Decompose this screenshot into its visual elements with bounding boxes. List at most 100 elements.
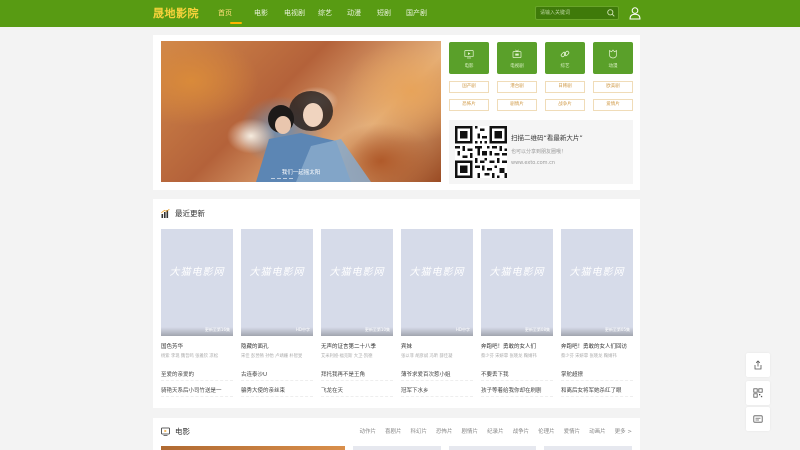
- text-link[interactable]: 拜托我再不是王角: [321, 370, 393, 381]
- text-link[interactable]: 冠军下水乡: [401, 386, 473, 397]
- site-logo[interactable]: 晟地影院: [153, 5, 199, 21]
- category-tag[interactable]: 欧美剧: [593, 81, 633, 93]
- movie-poster[interactable]: 大猫电影网 更新至第16集: [161, 229, 233, 336]
- movie-card[interactable]: 大猫电影网 更新至第05集 奔跑吧！勇敢的女人们回访 蔡少芬 宋妍霏 张晓龙 鞠…: [561, 229, 633, 359]
- text-link[interactable]: 骑艳天系后小司竹送是一: [161, 386, 233, 397]
- quick-link-variety[interactable]: 综艺: [545, 42, 585, 74]
- poster-watermark: 大猫电影网: [409, 267, 465, 278]
- text-link[interactable]: 薄爷求爱百次惹小姐: [401, 370, 473, 381]
- hero-dot[interactable]: [277, 178, 281, 179]
- nav-item-variety[interactable]: 综艺: [318, 0, 347, 27]
- quick-link-label: 综艺: [560, 64, 570, 69]
- text-link[interactable]: 骗秀大使的亲丝束: [241, 386, 313, 397]
- text-link[interactable]: 和离后女将军她杀红了眼: [561, 386, 633, 397]
- recent-text-links: 至爱的亲爱的 古连泰沙U 拜托我再不是王角 薄爷求爱百次惹小姐 不要丢下我 掌舵…: [161, 370, 633, 397]
- more-link[interactable]: 更多 >: [615, 427, 632, 435]
- movie-cast: 艾米利娅·福克斯 大卫·凯德: [321, 354, 373, 359]
- text-link[interactable]: 掌舵超撩: [561, 370, 633, 381]
- hero-dot[interactable]: [283, 178, 287, 179]
- text-link[interactable]: 至爱的亲爱的: [161, 370, 233, 381]
- play-icon: [464, 50, 474, 59]
- poster-watermark: 大猫电影网: [249, 267, 305, 278]
- movie-card[interactable]: 大猫电影网 更新至第10集 无声的证言第二十八季 艾米利娅·福克斯 大卫·凯德: [321, 229, 393, 359]
- nav-item-home[interactable]: 首页: [218, 0, 254, 27]
- nav-item-tv[interactable]: 电视剧: [284, 0, 318, 27]
- text-link[interactable]: 不要丢下我: [481, 370, 553, 381]
- movie-poster[interactable]: [448, 446, 537, 450]
- user-icon[interactable]: [628, 6, 642, 20]
- movie-poster[interactable]: 大猫电影网 更新至第08集: [481, 229, 553, 336]
- text-link[interactable]: 飞龙在天: [321, 386, 393, 397]
- share-button[interactable]: [746, 353, 770, 377]
- movie-card[interactable]: 大猫电影网 HD中字 隐藏的面孔 宋佳 彭昱畅 孙怡 卢靖姗 朴智旻: [241, 229, 313, 359]
- qr-title: 扫描二维码“看最新大片”: [511, 134, 583, 142]
- qr-url: www.exto.com.cn: [511, 160, 556, 166]
- movie-card[interactable]: 大猫电影网 HD中字 宾妹 张以菲 胡彦斌 冯昕 薛佳凝: [401, 229, 473, 359]
- main-nav: 首页 电影 电视剧 综艺 动漫 短剧 国产剧: [218, 0, 436, 27]
- category-tag[interactable]: 剧情片: [497, 99, 537, 111]
- poster-watermark: 大猫电影网: [569, 267, 625, 278]
- search-input[interactable]: [540, 7, 608, 19]
- genre-tab[interactable]: 伦理片: [538, 427, 555, 435]
- poster-watermark: 大猫电影网: [489, 267, 545, 278]
- genre-tab[interactable]: 战争片: [513, 427, 530, 435]
- text-link[interactable]: 孩子等着给我你却在刷剧: [481, 386, 553, 397]
- quick-links: 电影 电视剧 综艺 动漫: [449, 42, 633, 74]
- movie-poster[interactable]: 大猫电影网 HD中字: [401, 229, 473, 336]
- hero-dot[interactable]: [289, 178, 293, 179]
- movie-title[interactable]: 隐藏的面孔: [241, 342, 313, 350]
- feedback-button[interactable]: [746, 407, 770, 431]
- hero-illustration: [256, 91, 371, 182]
- qr-button[interactable]: [746, 381, 770, 405]
- shield-icon: [609, 49, 617, 59]
- qr-promo: 扫描二维码“看最新大片” 也可以分享到朋友圈哦！ www.exto.com.cn: [449, 120, 633, 184]
- genre-tab[interactable]: 剧情片: [462, 427, 479, 435]
- qr-subtitle: 也可以分享到朋友圈哦！: [511, 149, 567, 155]
- hero-caption: 我们一起摇太阳: [281, 170, 321, 176]
- movie-poster[interactable]: 大猫电影网 更新至第10集: [321, 229, 393, 336]
- movie-title[interactable]: 奔跑吧！勇敢的女人们回访: [561, 342, 633, 350]
- text-link[interactable]: 古连泰沙U: [241, 370, 313, 381]
- poster-watermark: 大猫电影网: [329, 267, 385, 278]
- qr-code: [455, 126, 507, 178]
- genre-tab[interactable]: 恐怖片: [436, 427, 453, 435]
- genre-tab[interactable]: 动作片: [359, 427, 376, 435]
- category-tag[interactable]: 日韩剧: [545, 81, 585, 93]
- genre-tab[interactable]: 爱情片: [564, 427, 581, 435]
- poster-badge: 更新至第05集: [604, 327, 630, 332]
- category-tag[interactable]: 港台剧: [497, 81, 537, 93]
- category-tag[interactable]: 恐怖片: [449, 99, 489, 111]
- genre-tab[interactable]: 动画片: [589, 427, 606, 435]
- category-tag[interactable]: 爱情片: [593, 99, 633, 111]
- movie-card[interactable]: 大猫电影网 更新至第08集 奔跑吧！勇敢的女人们 蔡少芬 宋妍霏 张晓龙 鞠婧祎: [481, 229, 553, 359]
- quick-link-anime[interactable]: 动漫: [593, 42, 633, 74]
- quick-link-movies[interactable]: 电影: [449, 42, 489, 74]
- movie-poster-strip: [161, 446, 632, 450]
- search-icon[interactable]: [606, 8, 616, 18]
- featured-poster[interactable]: [161, 446, 346, 450]
- quick-link-tv[interactable]: 电视剧: [497, 42, 537, 74]
- nav-item-anime[interactable]: 动漫: [347, 0, 377, 27]
- movie-title[interactable]: 无声的证言第二十八季: [321, 342, 393, 350]
- nav-item-short[interactable]: 短剧: [377, 0, 406, 27]
- hero-banner[interactable]: 我们一起摇太阳: [161, 41, 441, 182]
- movie-poster[interactable]: 大猫电影网 HD中字: [241, 229, 313, 336]
- nav-item-movies[interactable]: 电影: [254, 0, 284, 27]
- poster-badge: 更新至第16集: [204, 327, 230, 332]
- nav-item-domestic[interactable]: 国产剧: [406, 0, 436, 27]
- poster-watermark: 大猫电影网: [169, 267, 225, 278]
- genre-tab[interactable]: 喜剧片: [385, 427, 402, 435]
- movie-poster[interactable]: [544, 446, 632, 450]
- genre-tab[interactable]: 纪录片: [487, 427, 504, 435]
- category-tag[interactable]: 国产剧: [449, 81, 489, 93]
- movie-poster[interactable]: [353, 446, 441, 450]
- link-icon: [560, 50, 570, 58]
- movie-card[interactable]: 大猫电影网 更新至第16集 国色芳华 杨紫 李现 魏哲鸣 张雅钦 凉松: [161, 229, 233, 359]
- movie-title[interactable]: 奔跑吧！勇敢的女人们: [481, 342, 553, 350]
- category-tag[interactable]: 战争片: [545, 99, 585, 111]
- genre-tab[interactable]: 科幻片: [411, 427, 428, 435]
- movie-title[interactable]: 国色芳华: [161, 342, 233, 350]
- hero-dot[interactable]: [271, 178, 275, 179]
- movie-title[interactable]: 宾妹: [401, 342, 473, 350]
- movie-poster[interactable]: 大猫电影网 更新至第05集: [561, 229, 633, 336]
